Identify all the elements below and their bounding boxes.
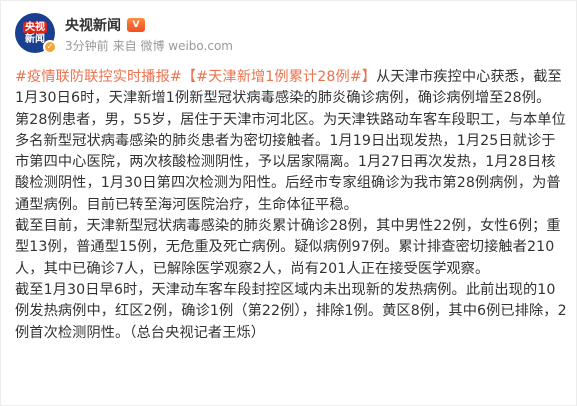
post-content: #疫情联防联控实时播报#【#天津新增1例累计28例#】从天津市疾控中心获悉，截至…: [15, 67, 567, 344]
vip-badge-icon[interactable]: V: [127, 18, 145, 32]
post-meta: 3分钟前 来自 微博 weibo.com: [65, 37, 233, 54]
paragraph-3: 截至目前，天津新型冠状病毒感染的肺炎累计确诊28例，其中男性22例，女性6例；重…: [15, 218, 561, 277]
author-row: 央视新闻 V: [65, 15, 145, 35]
post-source[interactable]: 来自 微博 weibo.com: [113, 37, 233, 54]
topic-link-2[interactable]: 【#天津新增1例累计28例#】: [182, 69, 376, 85]
author-avatar[interactable]: 央视 新闻 ✓: [15, 13, 57, 54]
author-name[interactable]: 央视新闻: [65, 15, 121, 35]
post-header: 央视 新闻 ✓ 央视新闻 V 3分钟前 来自 微博 weibo.com: [15, 13, 555, 61]
paragraph-1: #疫情联防联控实时播报#【#天津新增1例累计28例#】从天津市疾控中心获悉，截至…: [15, 67, 567, 110]
verified-badge-icon: ✓: [43, 40, 57, 54]
avatar-text-bottom: 新闻: [25, 33, 45, 45]
weibo-post-card: 央视 新闻 ✓ 央视新闻 V 3分钟前 来自 微博 weibo.com #疫情联…: [0, 0, 577, 406]
avatar-text-top: 央视: [23, 21, 47, 33]
topic-link-1[interactable]: #疫情联防联控实时播报#: [15, 69, 182, 85]
paragraph-2: 第28例患者，男，55岁，居住于天津市河北区。为天津铁路动车客车段职工，与本单位…: [15, 111, 566, 213]
paragraph-4: 截至1月30日早6时，天津动车客车段封控区域内未出现新的发热病例。此前出现的10…: [15, 281, 567, 341]
post-time[interactable]: 3分钟前: [65, 37, 109, 54]
